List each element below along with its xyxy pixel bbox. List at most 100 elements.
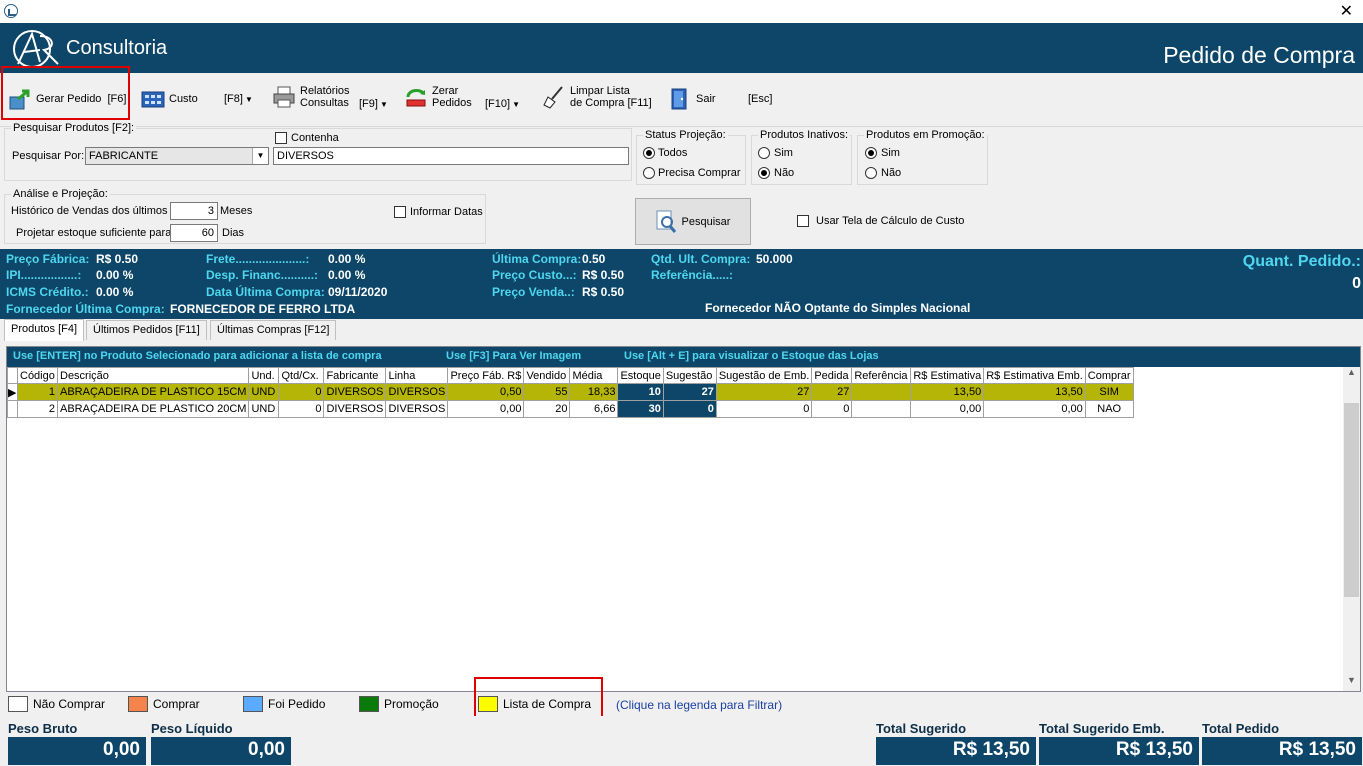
relatorios-dropdown[interactable]: [F9] ▼ bbox=[359, 98, 388, 110]
col-rs-estimativa[interactable]: R$ Estimativa bbox=[910, 367, 985, 384]
inativos-sim-radio[interactable] bbox=[758, 147, 770, 159]
data-ultima-compra-label: Data Última Compra: bbox=[206, 285, 325, 299]
projetar-dias-input[interactable]: 60 bbox=[170, 224, 218, 242]
cell-pedida[interactable]: 27 bbox=[811, 383, 853, 401]
col-referencia[interactable]: Referência bbox=[851, 367, 912, 384]
simples-nacional-text: Fornecedor NÃO Optante do Simples Nacion… bbox=[705, 301, 971, 315]
status-precisa-label: Precisa Comprar bbox=[658, 167, 741, 179]
legend-bar: Não Comprar Comprar Foi Pedido Promoção … bbox=[0, 692, 1363, 716]
pesquisar-por-select[interactable]: FABRICANTE ▼ bbox=[85, 147, 269, 165]
legend-promocao-label: Promoção bbox=[384, 697, 439, 711]
status-todos-label: Todos bbox=[658, 147, 688, 159]
close-icon[interactable]: ✕ bbox=[1340, 1, 1353, 21]
col-sugestao[interactable]: Sugestão bbox=[662, 367, 717, 384]
table-row[interactable]: ▶ 1 ABRAÇADEIRA DE PLASTICO 15CM UND 0 D… bbox=[7, 383, 1134, 401]
peso-liquido-value: 0,00 bbox=[151, 737, 291, 765]
col-rs-estimativa-emb[interactable]: R$ Estimativa Emb. bbox=[983, 367, 1086, 384]
col-codigo[interactable]: Código bbox=[17, 367, 58, 384]
informar-datas-checkbox[interactable] bbox=[394, 206, 406, 218]
status-todos-radio[interactable] bbox=[643, 147, 655, 159]
cell-estoque: 10 bbox=[617, 383, 664, 401]
products-grid: Use [ENTER] no Produto Selecionado para … bbox=[6, 346, 1361, 692]
table-header-row: Código Descrição Und. Qtd/Cx. Fabricante… bbox=[7, 367, 1134, 384]
promocao-sim-radio[interactable] bbox=[865, 147, 877, 159]
col-pedida[interactable]: Pedida bbox=[811, 367, 853, 384]
col-sugestao-emb[interactable]: Sugestão de Emb. bbox=[715, 367, 813, 384]
vertical-scrollbar[interactable]: ▲ ▼ bbox=[1343, 367, 1360, 691]
highlight-gerar-pedido bbox=[1, 66, 130, 120]
table-row[interactable]: 2 ABRAÇADEIRA DE PLASTICO 20CM UND 0 DIV… bbox=[7, 400, 1134, 418]
tab-ultimos-pedidos[interactable]: Últimos Pedidos [F11] bbox=[86, 320, 207, 340]
projetar-label: Projetar estoque suficiente para bbox=[16, 227, 172, 239]
limpar-lista-button[interactable]: Limpar Lista de Compra [F11] bbox=[542, 85, 652, 109]
pesquisar-button[interactable]: Pesquisar bbox=[635, 198, 751, 245]
relatorios-key: [F9] bbox=[359, 98, 378, 110]
cell-codigo: 1 bbox=[17, 383, 58, 401]
cell-vendido: 20 bbox=[523, 400, 571, 418]
cell-vendido: 55 bbox=[523, 383, 571, 401]
ipi-label: IPI.................: bbox=[6, 268, 82, 282]
relatorios-button[interactable]: Relatórios Consultas bbox=[272, 85, 350, 109]
tab-produtos[interactable]: Produtos [F4] bbox=[4, 319, 85, 341]
col-comprar[interactable]: Comprar bbox=[1084, 367, 1134, 384]
app-icon bbox=[4, 4, 18, 18]
zerar-pedidos-button[interactable]: Zerar Pedidos bbox=[404, 85, 472, 109]
promocao-nao-radio[interactable] bbox=[865, 167, 877, 179]
pesquisar-por-label: Pesquisar Por: bbox=[12, 150, 85, 162]
legend-foi-pedido[interactable]: Foi Pedido bbox=[243, 696, 325, 712]
custo-label: Custo bbox=[169, 93, 198, 105]
col-qtd-cx[interactable]: Qtd/Cx. bbox=[278, 367, 325, 384]
legend-swatch-orange bbox=[128, 696, 148, 712]
preco-fabrica-value: R$ 0.50 bbox=[96, 252, 139, 266]
quant-pedido-value: 0 bbox=[1352, 275, 1361, 292]
scroll-up-icon[interactable]: ▲ bbox=[1343, 367, 1360, 383]
toolbar: Gerar Pedido [F6] Custo [F8] ▼ Relatórios… bbox=[0, 73, 1363, 127]
broom-icon bbox=[543, 86, 563, 109]
cell-preco-fab: 0,00 bbox=[447, 400, 525, 418]
cell-sugestao: 27 bbox=[662, 383, 717, 401]
col-fabricante[interactable]: Fabricante bbox=[323, 367, 387, 384]
peso-liquido-label: Peso Líquido bbox=[151, 721, 233, 736]
cell-linha: DIVERSOS bbox=[385, 400, 449, 418]
col-linha[interactable]: Linha bbox=[385, 367, 449, 384]
legend-nao-comprar[interactable]: Não Comprar bbox=[8, 696, 105, 712]
legend-promocao[interactable]: Promoção bbox=[359, 696, 439, 712]
cell-und: UND bbox=[248, 400, 280, 418]
scroll-thumb[interactable] bbox=[1344, 403, 1359, 597]
cell-media: 18,33 bbox=[569, 383, 619, 401]
cell-preco-fab: 0,50 bbox=[447, 383, 525, 401]
custo-dropdown[interactable]: [F8] ▼ bbox=[224, 93, 253, 105]
zerar-dropdown[interactable]: [F10] ▼ bbox=[485, 98, 520, 110]
referencia-label: Referência.....: bbox=[651, 268, 734, 282]
search-term-input[interactable]: DIVERSOS bbox=[273, 147, 629, 165]
cell-comprar: NAO bbox=[1084, 400, 1134, 418]
col-media[interactable]: Média bbox=[569, 367, 619, 384]
total-pedido-label: Total Pedido bbox=[1202, 721, 1280, 736]
col-preco-fab[interactable]: Preço Fáb. R$ bbox=[447, 367, 525, 384]
custo-button[interactable]: Custo bbox=[141, 87, 198, 111]
preco-custo-value: R$ 0.50 bbox=[582, 268, 625, 282]
col-descricao[interactable]: Descrição bbox=[56, 367, 250, 384]
tab-ultimas-compras[interactable]: Últimas Compras [F12] bbox=[210, 320, 337, 340]
cell-linha: DIVERSOS bbox=[385, 383, 449, 401]
col-und[interactable]: Und. bbox=[248, 367, 280, 384]
historico-label: Histórico de Vendas dos últimos bbox=[11, 205, 168, 217]
col-vendido[interactable]: Vendido bbox=[523, 367, 571, 384]
historico-meses-input[interactable]: 3 bbox=[170, 202, 218, 220]
fornecedor-value: FORNECEDOR DE FERRO LTDA bbox=[170, 302, 356, 316]
cell-comprar: SIM bbox=[1084, 383, 1134, 401]
sair-button[interactable]: Sair bbox=[668, 87, 716, 111]
inativos-nao-radio[interactable] bbox=[758, 167, 770, 179]
exit-door-icon bbox=[671, 88, 687, 110]
ultima-compra-label: Última Compra: bbox=[492, 252, 582, 266]
produtos-inativos-title: Produtos Inativos: bbox=[758, 129, 851, 141]
usar-tela-checkbox[interactable] bbox=[797, 215, 809, 227]
legend-comprar[interactable]: Comprar bbox=[128, 696, 200, 712]
col-estoque[interactable]: Estoque bbox=[617, 367, 664, 384]
preco-custo-label: Preço Custo...: bbox=[492, 268, 577, 282]
status-precisa-radio[interactable] bbox=[643, 167, 655, 179]
cell-pedida[interactable]: 0 bbox=[811, 400, 853, 418]
contenha-checkbox[interactable] bbox=[275, 132, 287, 144]
scroll-down-icon[interactable]: ▼ bbox=[1343, 675, 1360, 691]
legend-foi-pedido-label: Foi Pedido bbox=[268, 697, 326, 711]
